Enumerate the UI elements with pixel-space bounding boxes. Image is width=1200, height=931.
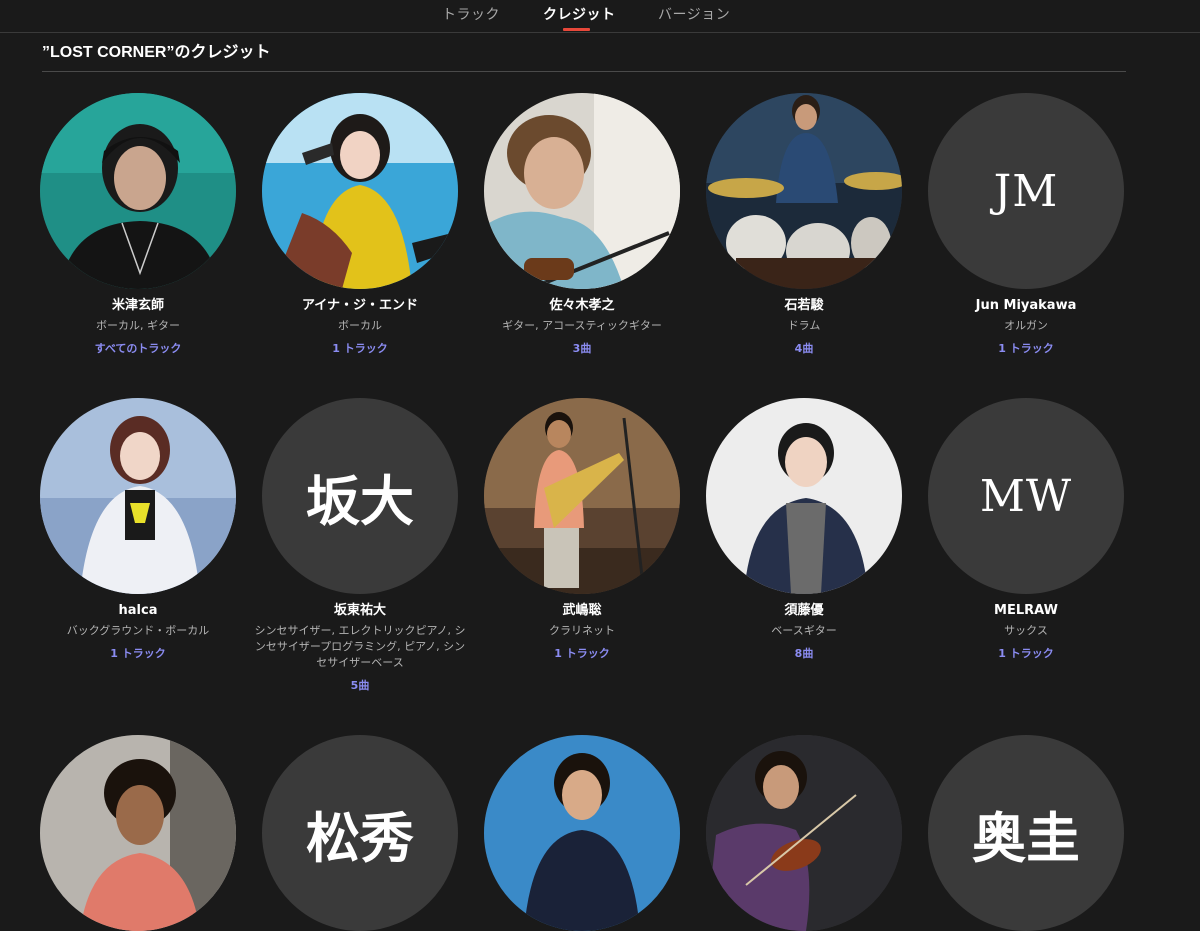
credit-card[interactable]: 武嶋聡 クラリネット 1 トラック [471, 398, 693, 661]
track-count-link[interactable]: 1 トラック [915, 340, 1137, 356]
artist-name[interactable]: halca [27, 602, 249, 620]
initials: JM [993, 165, 1059, 217]
credit-card[interactable]: 奥圭 [915, 735, 1137, 931]
avatar [40, 735, 236, 931]
artist-name[interactable]: 坂東祐大 [249, 602, 471, 620]
avatar-placeholder: 坂大 [262, 398, 458, 594]
avatar-placeholder: 奥圭 [928, 735, 1124, 931]
credit-card[interactable]: JM Jun Miyakawa オルガン 1 トラック [915, 93, 1137, 356]
avatar [40, 93, 236, 289]
active-tab-indicator [563, 28, 590, 31]
credit-card[interactable]: 石若駿 ドラム 4曲 [693, 93, 915, 356]
credit-card[interactable]: 須藤優 ベースギター 8曲 [693, 398, 915, 661]
initials: 松秀 [306, 806, 414, 870]
credit-card[interactable]: 坂大 坂東祐大 シンセサイザー, エレクトリックピアノ, シンセサイザープログラ… [249, 398, 471, 693]
credit-card[interactable]: 松秀 [249, 735, 471, 931]
artist-role: ドラム [787, 319, 821, 332]
artist-name[interactable]: 米津玄師 [27, 297, 249, 315]
divider [42, 71, 1126, 72]
avatar [484, 735, 680, 931]
track-count-link[interactable]: 4曲 [693, 340, 915, 356]
credit-card[interactable] [471, 735, 693, 931]
avatar [484, 93, 680, 289]
tab-tracks[interactable]: トラック [442, 4, 500, 24]
tab-bar: トラック クレジット バージョン [0, 0, 1200, 33]
tab-credits[interactable]: クレジット [543, 4, 616, 24]
artist-role: シンセサイザー, エレクトリックピアノ, シンセサイザープログラミング, ピアノ… [254, 624, 466, 669]
track-count-link[interactable]: 3曲 [471, 340, 693, 356]
credit-card[interactable] [27, 735, 249, 931]
artist-role: ベースギター [771, 624, 837, 637]
credit-card[interactable]: 米津玄師 ボーカル, ギター すべてのトラック [27, 93, 249, 356]
tab-versions[interactable]: バージョン [658, 4, 730, 24]
artist-name[interactable]: アイナ・ジ・エンド [249, 297, 471, 315]
avatar-placeholder: 松秀 [262, 735, 458, 931]
credit-card[interactable]: 佐々木孝之 ギター, アコースティックギター 3曲 [471, 93, 693, 356]
initials: 坂大 [306, 469, 414, 533]
avatar [706, 398, 902, 594]
avatar [484, 398, 680, 594]
avatar [706, 93, 902, 289]
avatar-placeholder: MW [928, 398, 1124, 594]
artist-role: ボーカル, ギター [96, 319, 180, 332]
avatar [262, 93, 458, 289]
track-count-link[interactable]: 1 トラック [27, 645, 249, 661]
artist-name[interactable]: Jun Miyakawa [915, 297, 1137, 315]
artist-name[interactable]: 武嶋聡 [471, 602, 693, 620]
artist-name[interactable]: 佐々木孝之 [471, 297, 693, 315]
avatar-placeholder: JM [928, 93, 1124, 289]
avatar [40, 398, 236, 594]
artist-name[interactable]: 須藤優 [693, 602, 915, 620]
credit-card[interactable]: halca バックグラウンド・ボーカル 1 トラック [27, 398, 249, 661]
track-count-link[interactable]: 1 トラック [249, 340, 471, 356]
artist-name[interactable]: MELRAW [915, 602, 1137, 620]
track-count-link[interactable]: 1 トラック [915, 645, 1137, 661]
track-count-link[interactable]: 1 トラック [471, 645, 693, 661]
artist-role: サックス [1004, 624, 1048, 637]
page-title: ”LOST CORNER”のクレジット [42, 44, 271, 61]
initials: 奥圭 [972, 806, 1080, 870]
track-count-link[interactable]: 8曲 [693, 645, 915, 661]
avatar [706, 735, 902, 931]
initials: MW [979, 470, 1073, 522]
artist-role: オルガン [1004, 319, 1048, 332]
artist-role: ギター, アコースティックギター [502, 319, 662, 332]
track-count-link[interactable]: すべてのトラック [27, 340, 249, 356]
artist-role: バックグラウンド・ボーカル [66, 624, 210, 637]
artist-name[interactable]: 石若駿 [693, 297, 915, 315]
credit-card[interactable]: MW MELRAW サックス 1 トラック [915, 398, 1137, 661]
credit-card[interactable]: アイナ・ジ・エンド ボーカル 1 トラック [249, 93, 471, 356]
artist-role: クラリネット [549, 624, 615, 637]
artist-role: ボーカル [338, 319, 382, 332]
credit-card[interactable] [693, 735, 915, 931]
track-count-link[interactable]: 5曲 [249, 677, 471, 693]
